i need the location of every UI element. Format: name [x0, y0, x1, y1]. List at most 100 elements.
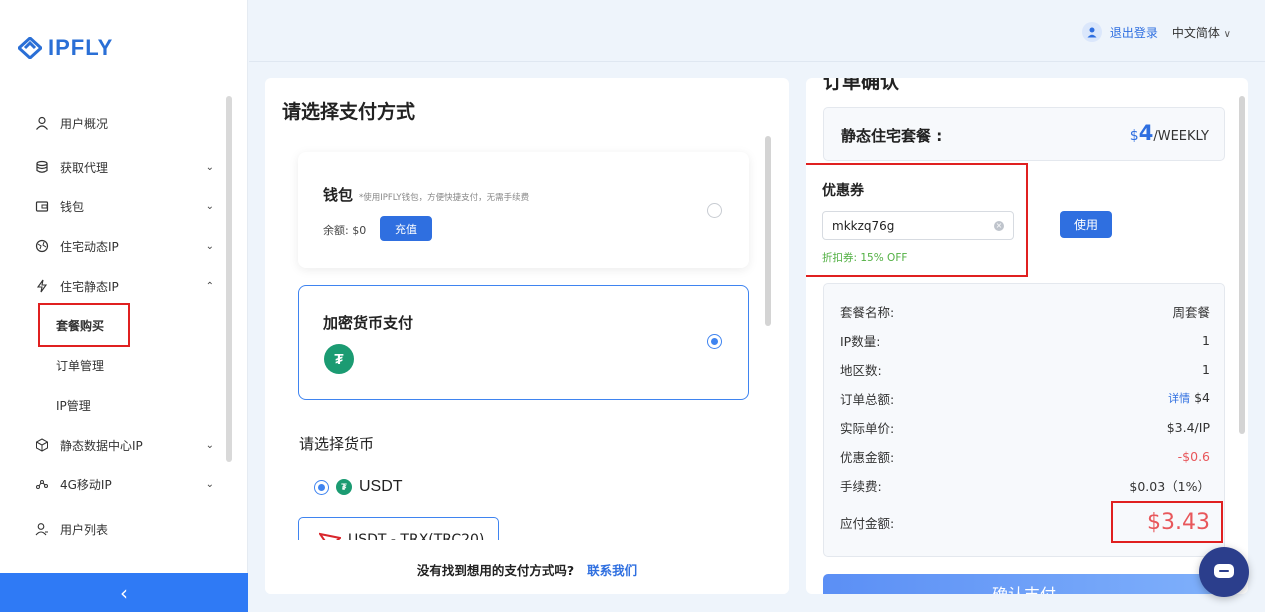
sidebar-item-user-list[interactable]: 用户列表: [34, 517, 220, 541]
package-price: $ 4 /WEEKLY: [1130, 121, 1209, 145]
total-label: 应付金额:: [840, 515, 895, 531]
logo[interactable]: IPFLY: [18, 35, 114, 60]
price-symbol: $: [1129, 128, 1139, 144]
tether-icon: ₮: [324, 344, 354, 374]
order-row: 实际单价: $3.4/IP: [840, 417, 1210, 437]
chevron-down-icon: ⌄: [205, 478, 214, 490]
language-label: 中文简体: [1171, 25, 1220, 40]
globe-icon: [34, 238, 50, 254]
sidebar-item-label: 4G移动IP: [60, 477, 112, 492]
payment-method-title: 请选择支付方式: [282, 101, 416, 123]
payment-scrollbar[interactable]: [765, 136, 771, 326]
sidebar-item-label: 钱包: [60, 199, 85, 214]
row-value: $3.4/IP: [1166, 419, 1210, 435]
use-coupon-button[interactable]: 使用: [1060, 211, 1112, 238]
crypto-title: 加密货币支付: [323, 314, 414, 332]
wallet-balance: 余额: $0: [323, 224, 367, 237]
sidebar-item-wallet[interactable]: 钱包 ⌄: [34, 194, 220, 218]
sidebar: IPFLY 用户概况 获取代理 ⌄ 钱包 ⌄ 住宅动态IP ⌄ 住宅静态IP ⌃…: [0, 0, 248, 612]
sidebar-item-datacenter-ip[interactable]: 静态数据中心IP ⌄: [34, 433, 220, 457]
sidebar-item-dynamic-ip[interactable]: 住宅动态IP ⌄: [34, 234, 220, 258]
collapse-sidebar-button[interactable]: ‹: [0, 573, 248, 612]
lightning-icon: [34, 278, 50, 294]
highlight-box: [806, 163, 1028, 277]
row-label: 订单总额:: [840, 391, 895, 407]
order-row: IP数量: 1: [840, 330, 1210, 350]
sidebar-item-overview[interactable]: 用户概况: [34, 111, 220, 135]
sidebar-item-static-ip[interactable]: 住宅静态IP ⌃: [34, 274, 220, 298]
currency-title: 请选择货币: [299, 435, 375, 453]
user-list-icon: [34, 521, 50, 537]
row-value: -$0.6: [1177, 448, 1210, 464]
order-confirm-title: 订单确认: [823, 78, 900, 93]
order-row: 优惠金额: -$0.6: [840, 446, 1210, 466]
brand-name: IPFLY: [48, 35, 114, 60]
sidebar-subitem-order-management[interactable]: 订单管理: [56, 354, 104, 376]
sidebar-subitem-ip-management[interactable]: IP管理: [56, 394, 91, 416]
currency-option-usdt[interactable]: ₮ USDT: [314, 478, 403, 496]
price-period: /WEEKLY: [1153, 129, 1209, 144]
sidebar-subitem-label: 订单管理: [56, 358, 105, 373]
confirm-label: 确认支付: [992, 585, 1056, 594]
row-value: $0.03（1%）: [1129, 478, 1210, 494]
details-link[interactable]: 详情: [1168, 392, 1190, 405]
highlight-box: [38, 303, 130, 347]
package-name: 静态住宅套餐 :: [841, 127, 943, 145]
row-value: $4: [1194, 390, 1210, 405]
row-value: 1: [1202, 332, 1210, 348]
order-row: 地区数: 1: [840, 359, 1210, 379]
ipfly-logo-icon: [18, 37, 42, 59]
sidebar-subitem-label: IP管理: [56, 398, 91, 413]
chevron-down-icon: ∨: [1223, 28, 1231, 40]
row-label: 地区数:: [840, 362, 882, 378]
chevron-up-icon: ⌃: [205, 280, 214, 292]
cube-icon: [34, 437, 50, 453]
chevron-down-icon: ⌄: [205, 439, 214, 451]
chevron-left-icon: ‹: [120, 580, 128, 605]
confirm-payment-button[interactable]: 确认支付: [823, 574, 1225, 594]
contact-us-link[interactable]: 联系我们: [587, 563, 637, 578]
footer-question: 没有找到想用的支付方式吗?: [416, 563, 575, 578]
row-label: IP数量:: [840, 333, 881, 349]
row-label: 手续费:: [840, 478, 882, 494]
avatar[interactable]: [1081, 22, 1102, 42]
crypto-option-card[interactable]: 加密货币支付 ₮: [298, 285, 749, 400]
chat-support-button[interactable]: [1199, 547, 1249, 597]
order-row: 套餐名称: 周套餐: [840, 301, 1210, 321]
order-scrollbar[interactable]: [1239, 96, 1245, 434]
row-value: 周套餐: [1172, 304, 1210, 320]
user-menu: 退出登录 中文简体 ∨: [1081, 22, 1231, 42]
chevron-down-icon: ⌄: [205, 200, 214, 212]
logout-link[interactable]: 退出登录: [1110, 24, 1158, 41]
language-select[interactable]: 中文简体 ∨: [1172, 24, 1231, 41]
wallet-option-card[interactable]: 钱包 *使用IPFLY钱包，方便快捷支付，无需手续费 余额: $0 充值: [298, 152, 749, 268]
recharge-button[interactable]: 充值: [380, 216, 432, 241]
user-icon: [34, 115, 50, 131]
order-row: 订单总额: 详情 $4: [840, 388, 1210, 408]
usdt-label: USDT: [359, 478, 403, 495]
package-summary: 静态住宅套餐 : $ 4 /WEEKLY: [823, 107, 1225, 161]
sidebar-item-4g-ip[interactable]: 4G移动IP ⌄: [34, 472, 220, 496]
payment-footer: 没有找到想用的支付方式吗? 联系我们: [265, 540, 789, 594]
sidebar-item-label: 用户概况: [60, 116, 109, 131]
crypto-radio[interactable]: [707, 334, 722, 349]
payment-method-panel: 请选择支付方式 钱包 *使用IPFLY钱包，方便快捷支付，无需手续费 余额: $…: [265, 78, 789, 594]
order-row: 手续费: $0.03（1%）: [840, 475, 1210, 495]
chat-icon: [1214, 564, 1234, 578]
chevron-down-icon: ⌄: [205, 240, 214, 252]
row-label: 优惠金额:: [840, 449, 895, 465]
sidebar-item-get-proxy[interactable]: 获取代理 ⌄: [34, 155, 220, 179]
sidebar-scrollbar[interactable]: [226, 96, 232, 462]
wallet-title: 钱包: [323, 186, 354, 204]
row-label: 实际单价:: [840, 420, 895, 436]
top-bar: 退出登录 中文简体 ∨: [249, 0, 1265, 62]
price-value: 4: [1138, 121, 1154, 145]
usdt-radio[interactable]: [314, 479, 329, 495]
sidebar-item-label: 获取代理: [60, 160, 109, 175]
wallet-radio[interactable]: [707, 203, 722, 218]
order-confirm-panel: 订单确认 静态住宅套餐 : $ 4 /WEEKLY 优惠券 mkkzq76g ×…: [806, 78, 1248, 594]
tether-icon: ₮: [336, 479, 352, 495]
payment-footer-text: 没有找到想用的支付方式吗? 联系我们: [265, 560, 789, 579]
sidebar-item-label: 住宅静态IP: [60, 279, 119, 294]
sidebar-item-label: 住宅动态IP: [60, 239, 119, 254]
